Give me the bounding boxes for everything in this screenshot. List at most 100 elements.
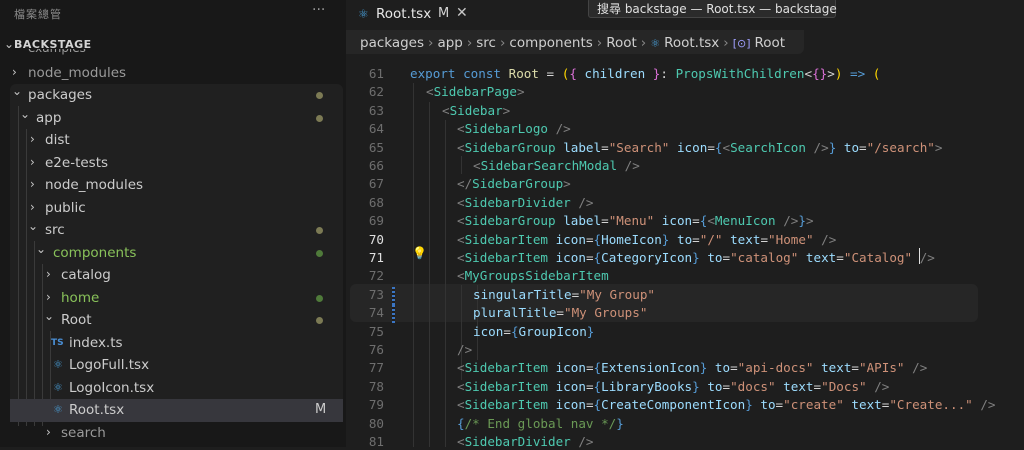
untracked-dot: [316, 295, 323, 302]
line-number: 63: [368, 102, 384, 118]
tree-item-label: app: [36, 110, 62, 126]
tree-item-index-ts[interactable]: TS index.ts: [0, 332, 346, 355]
line-number: 61: [368, 66, 384, 81]
editor: ⚛ Root.tsx M ✕ 搜尋 backstage — Root.tsx —…: [346, 0, 1024, 450]
code-line: 77 <SidebarItem icon={ExtensionIcon} to="…: [346, 358, 1024, 376]
line-number: 70: [368, 231, 384, 247]
line-number: 74: [368, 305, 384, 321]
line-number: 73: [368, 286, 384, 302]
chevron-down-icon: ⌄: [4, 37, 15, 51]
tree-item-home[interactable]: › home: [0, 287, 346, 310]
tree-item-logofull-tsx[interactable]: ⚛ LogoFull.tsx: [0, 354, 346, 377]
tree-item-public[interactable]: › public: [0, 197, 346, 220]
line-number: 75: [368, 323, 384, 339]
react-file-icon: ⚛: [650, 37, 661, 50]
tree-item-root-tsx[interactable]: ⚛ Root.tsx M: [10, 399, 343, 422]
tab-bar: ⚛ Root.tsx M ✕ 搜尋 backstage — Root.tsx —…: [346, 0, 1024, 30]
tree-item-app[interactable]: ⌄ app: [0, 107, 346, 130]
line-number: 65: [368, 139, 384, 155]
tree-item-node-modules[interactable]: › node_modules: [0, 174, 346, 197]
line-number: 62: [368, 84, 384, 100]
explorer-title: 檔案總管: [14, 8, 62, 21]
breadcrumb-item[interactable]: Root: [606, 35, 637, 51]
tree-item-label: components: [53, 245, 137, 261]
tree-item-packages[interactable]: ⌄ packages: [0, 84, 346, 107]
code-line: 62 <SidebarPage>: [346, 82, 1024, 100]
code-line: 74 pluralTitle="My Groups": [346, 303, 1024, 321]
chevron-right-icon: ›: [30, 132, 35, 146]
tree-item-node-modules-root[interactable]: › node_modules: [0, 62, 346, 85]
code-line: 63 <Sidebar>: [346, 101, 1024, 119]
tooltip-text: 搜尋 backstage — Root.tsx — backstage: [597, 2, 837, 16]
typescript-file-icon: TS: [51, 338, 64, 348]
line-number: 80: [368, 415, 384, 431]
chevron-down-icon: ⌄: [12, 84, 23, 98]
line-number: 64: [368, 121, 384, 137]
tree-item-label: catalog: [61, 267, 111, 283]
tree-item-e2e-tests[interactable]: › e2e-tests: [0, 152, 346, 175]
tab-root-tsx[interactable]: ⚛ Root.tsx M ✕: [352, 3, 470, 27]
tree-item-label: src: [45, 222, 65, 238]
tree-item-label: LogoIcon.tsx: [69, 380, 155, 396]
lightbulb-icon[interactable]: 💡: [412, 246, 427, 260]
code-line: 67 </SidebarGroup>: [346, 174, 1024, 192]
tree-item-logoicon-tsx[interactable]: ⚛ LogoIcon.tsx: [0, 377, 346, 400]
breadcrumb-item[interactable]: components: [509, 35, 592, 51]
modified-dot: [316, 227, 323, 234]
modified-dot: [316, 92, 323, 99]
tab-modified-badge: M: [438, 6, 450, 21]
breadcrumb-file[interactable]: Root.tsx: [664, 35, 719, 51]
chevron-right-icon: ›: [30, 177, 35, 191]
modified-dot: [316, 317, 323, 324]
line-number: 71: [368, 250, 384, 265]
breadcrumb-item[interactable]: src: [476, 35, 496, 51]
tree-item-search[interactable]: › search: [0, 422, 346, 445]
line-number: 77: [368, 360, 384, 376]
tree-item-dist[interactable]: › dist: [0, 129, 346, 152]
chevron-right-icon: ›: [46, 290, 51, 304]
code-line: 72 <MyGroupsSidebarItem: [346, 266, 1024, 284]
tab-label: Root.tsx: [376, 6, 432, 22]
chevron-right-icon: ›: [30, 200, 35, 214]
tree-item-label: e2e-tests: [45, 155, 109, 171]
code-line: 64 <SidebarLogo />: [346, 119, 1024, 137]
react-file-icon: ⚛: [358, 7, 369, 21]
code-line: 61 export const Root = ({ children }: Pro…: [346, 64, 1024, 82]
tree-item-catalog[interactable]: › catalog: [0, 264, 346, 287]
line-number: 79: [368, 397, 384, 413]
line-number: 66: [368, 158, 384, 173]
tree-item-src[interactable]: ⌄ src: [0, 219, 346, 242]
symbol-icon: [⊙]: [732, 37, 751, 50]
code-area[interactable]: 61 export const Root = ({ children }: Pro…: [346, 58, 1024, 450]
breadcrumb-item[interactable]: packages: [360, 35, 424, 51]
tree-item-root-folder[interactable]: ⌄ Root: [0, 309, 346, 332]
untracked-dot: [316, 250, 323, 257]
chevron-right-icon: ›: [46, 425, 51, 439]
tree-item-label: index.ts: [69, 335, 123, 351]
code-line: 66 <SidebarSearchModal />: [346, 156, 1024, 174]
code-line: 70 <SidebarItem icon={HomeIcon} to="/" te…: [346, 230, 1024, 248]
react-file-icon: ⚛: [53, 358, 63, 371]
code-line: 76/>: [346, 340, 1024, 358]
line-number: 78: [368, 378, 384, 394]
explorer-sidebar: 檔案總管 ··· ⌄ BACKSTAGE examples › node_mod…: [0, 0, 346, 447]
breadcrumb-symbol[interactable]: Root: [755, 35, 786, 51]
code-line: 80 {/* End global nav */}: [346, 414, 1024, 432]
tree-item-components[interactable]: ⌄ components: [0, 242, 346, 265]
modified-badge: M: [315, 402, 327, 417]
breadcrumb-item[interactable]: app: [437, 35, 462, 51]
tree-item-label: dist: [45, 132, 70, 148]
chevron-right-icon: ›: [46, 267, 51, 281]
chevron-down-icon: ⌄: [28, 219, 39, 233]
close-icon[interactable]: ✕: [456, 5, 468, 21]
chevron-right-icon: ›: [12, 65, 17, 79]
more-actions-icon[interactable]: ···: [312, 2, 325, 18]
tree-item-label: home: [61, 290, 100, 306]
tree-item-label: node_modules: [45, 177, 144, 193]
code-line: 81 <SidebarDivider />: [346, 432, 1024, 450]
tree-item-label: LogoFull.tsx: [69, 357, 150, 373]
line-number: 69: [368, 213, 384, 229]
line-number: 68: [368, 194, 384, 210]
react-file-icon: ⚛: [53, 381, 63, 394]
code-line: 79 <SidebarItem icon={CreateComponentIcon…: [346, 395, 1024, 413]
